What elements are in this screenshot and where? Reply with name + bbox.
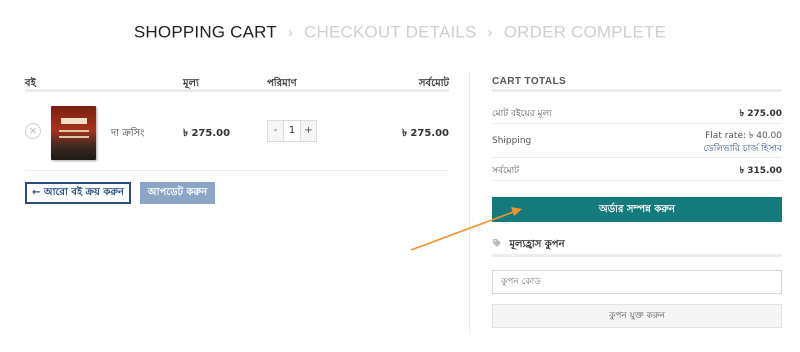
coupon-section-title: মূল্যহ্রাস কুপন xyxy=(492,237,782,257)
shipping-calculator-link[interactable]: ডেলিভারি চার্জ হিসাব xyxy=(703,141,782,156)
product-price: ৳ 275.00 xyxy=(183,128,231,139)
remove-icon[interactable]: × xyxy=(25,123,41,139)
quantity-input[interactable]: 1 xyxy=(283,121,301,141)
cart-totals-title: CART TOTALS xyxy=(492,76,782,92)
totals-total-value: ৳ 315.00 xyxy=(739,166,782,176)
product-name-link[interactable]: দা ক্রসিং xyxy=(111,126,144,143)
totals-subtotal-row: মোট বইয়ের মূল্য ৳ 275.00 xyxy=(492,106,782,124)
book-cover-image xyxy=(51,106,96,160)
header-price: মূল্য xyxy=(183,78,199,89)
product-thumbnail[interactable] xyxy=(46,104,103,161)
totals-shipping-row: Shipping Flat rate: ৳ 40.00 ডেলিভারি চার… xyxy=(492,128,782,158)
apply-coupon-button[interactable]: কুপন যুক্ত করুন xyxy=(492,304,782,328)
quantity-minus-button[interactable]: - xyxy=(268,121,283,141)
continue-shopping-button[interactable]: ← আরো বই ক্রয় করুন xyxy=(25,182,131,204)
proceed-checkout-button[interactable]: অর্ডার সম্পন্ন করুন xyxy=(492,197,782,222)
checkout-steps: SHOPPING CART › CHECKOUT DETAILS › ORDER… xyxy=(0,22,800,43)
totals-total-row: সর্বমোট ৳ 315.00 xyxy=(492,163,782,181)
chevron-right-icon: › xyxy=(287,24,294,42)
cart-table-header: বই মূল্য পরিমাণ সর্বমোট xyxy=(25,76,449,92)
step-checkout-details[interactable]: CHECKOUT DETAILS xyxy=(304,23,477,42)
coupon-code-input[interactable]: কুপন কোড xyxy=(492,270,782,294)
header-quantity: পরিমাণ xyxy=(267,78,297,89)
header-product: বই xyxy=(25,78,36,89)
header-subtotal: সর্বমোট xyxy=(418,78,449,89)
column-divider xyxy=(469,72,470,334)
chevron-right-icon: › xyxy=(487,24,493,42)
tag-icon xyxy=(493,239,501,247)
quantity-plus-button[interactable]: + xyxy=(301,121,316,141)
step-order-complete: ORDER COMPLETE xyxy=(503,22,667,42)
totals-subtotal-label: মোট বইয়ের মূল্য xyxy=(492,109,552,119)
update-cart-button[interactable]: আপডেট করুন xyxy=(140,182,215,204)
coupon-title-text: মূল্যহ্রাস কুপন xyxy=(509,239,565,250)
row-subtotal: ৳ 275.00 xyxy=(401,128,449,139)
cart-item-row: × দা ক্রসিং ৳ 275.00 - 1 + ৳ 275.00 xyxy=(25,96,449,171)
totals-shipping-label: Shipping xyxy=(492,136,532,146)
totals-total-label: সর্বমোট xyxy=(492,166,520,176)
step-shopping-cart[interactable]: SHOPPING CART xyxy=(134,23,277,42)
quantity-stepper: - 1 + xyxy=(267,120,317,142)
totals-subtotal-value: ৳ 275.00 xyxy=(739,109,782,119)
